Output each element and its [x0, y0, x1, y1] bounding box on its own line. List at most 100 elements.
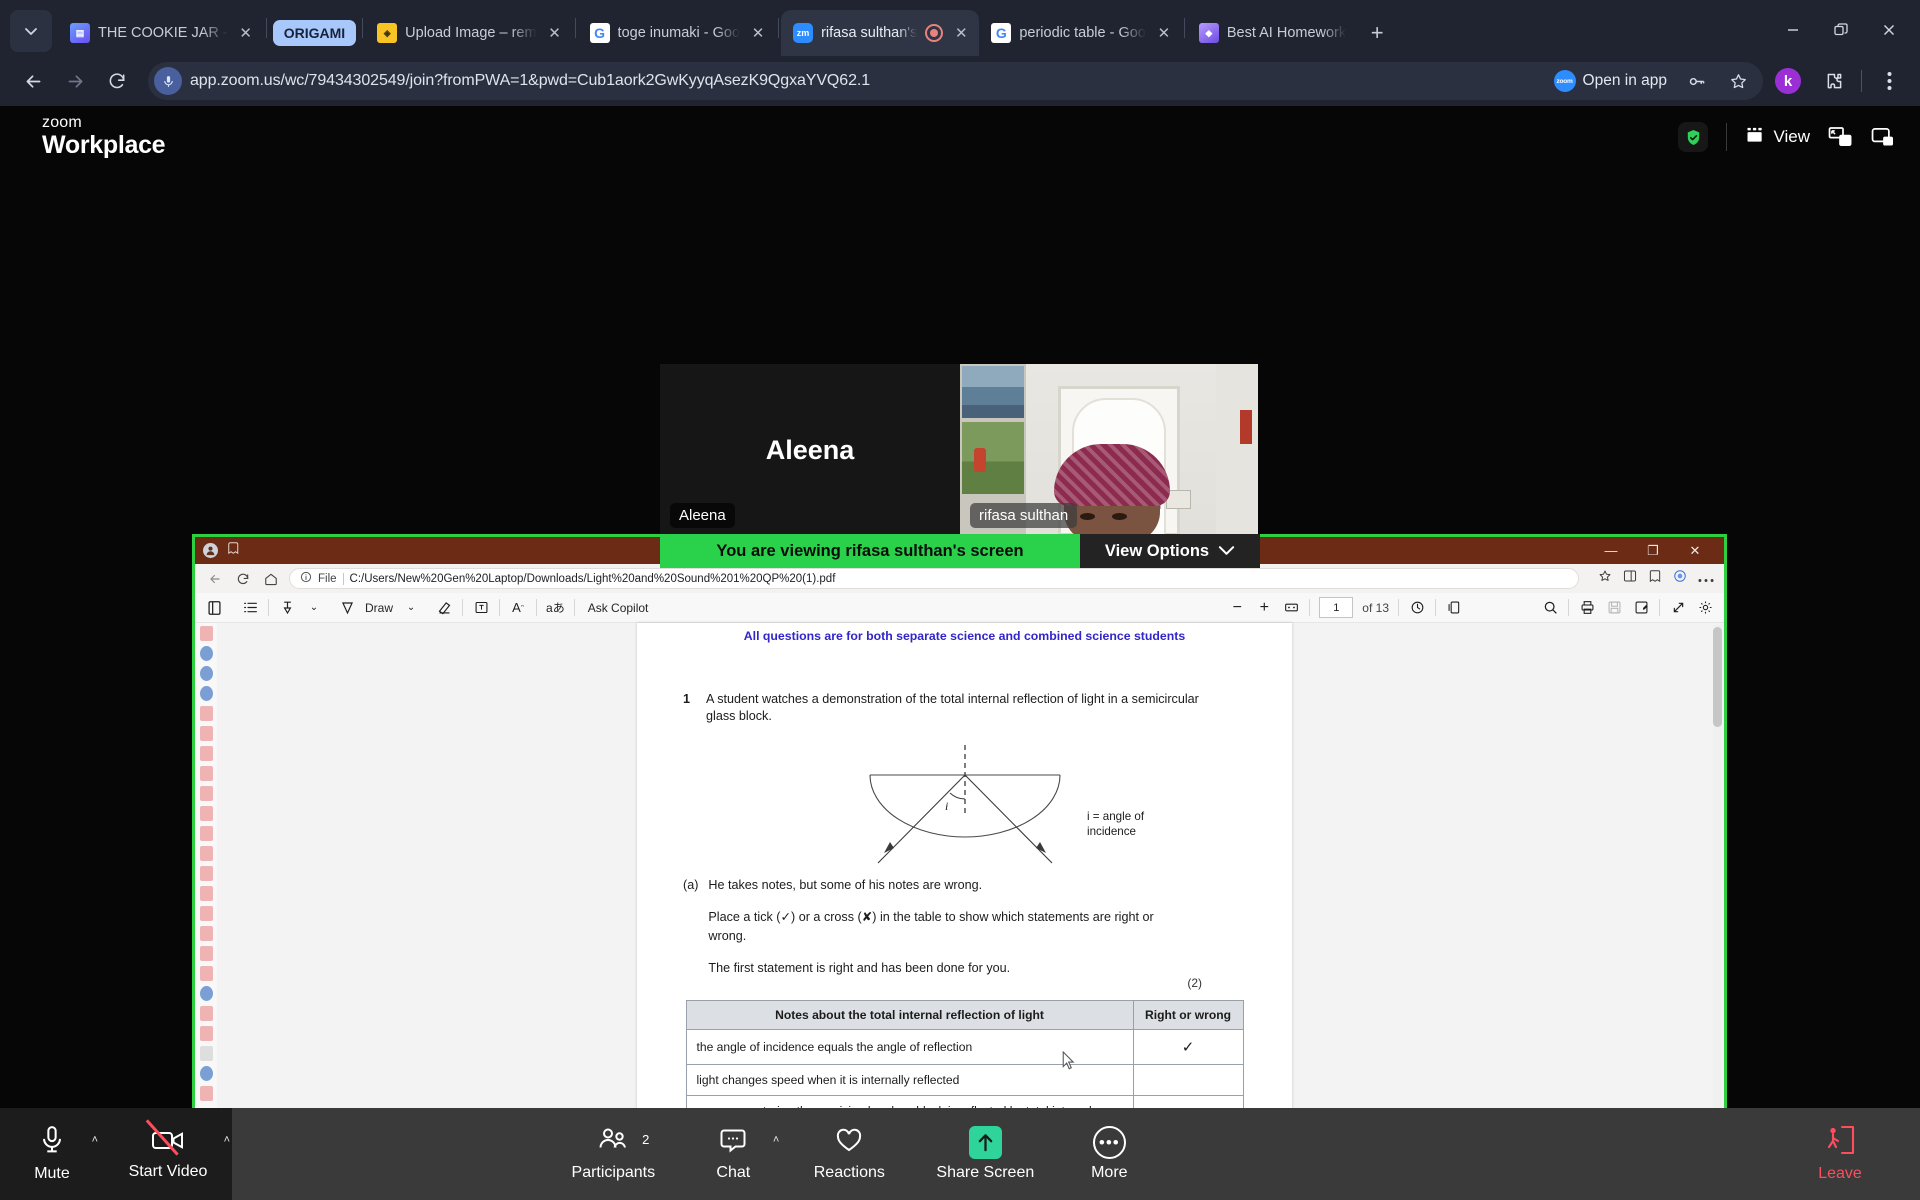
thumbnail-item[interactable] — [199, 726, 213, 741]
open-in-app-button[interactable]: zoom Open in app — [1553, 70, 1671, 92]
minimize-window-button[interactable] — [1770, 14, 1816, 46]
chevron-up-icon[interactable]: ˄ — [773, 1134, 779, 1146]
ask-copilot-button[interactable]: Ask Copilot — [584, 601, 653, 615]
reload-icon[interactable] — [233, 569, 252, 588]
mic-icon[interactable] — [154, 67, 182, 95]
shared-screen-content[interactable]: — ❐ ✕ File C:/Users/New%20Gen%20Laptop/D… — [192, 534, 1727, 1200]
reactions-button[interactable]: Reactions — [793, 1108, 905, 1200]
thumbnail-item[interactable] — [199, 886, 213, 901]
thumbnail-item[interactable] — [199, 1006, 213, 1021]
restore-window-button[interactable] — [1818, 14, 1864, 46]
leave-button[interactable]: Leave — [1796, 1108, 1884, 1200]
thumbnail-item[interactable] — [199, 1086, 213, 1101]
home-icon[interactable] — [261, 569, 280, 588]
collections-icon[interactable] — [228, 541, 240, 560]
fit-page-icon[interactable] — [1282, 597, 1300, 619]
address-bar[interactable]: app.zoom.us/wc/79434302549/join?fromPWA=… — [148, 62, 1763, 100]
draw-pen-icon[interactable] — [338, 597, 356, 619]
draw-label[interactable]: Draw — [365, 601, 393, 615]
reload-icon[interactable] — [98, 62, 136, 100]
read-aloud-icon[interactable]: Aᵔ — [509, 597, 527, 619]
thumbnail-item[interactable] — [199, 626, 213, 641]
thumbnail-item[interactable] — [199, 826, 213, 841]
thumbnail-item[interactable] — [199, 666, 213, 681]
search-icon[interactable] — [1541, 597, 1559, 619]
kebab-menu-icon[interactable] — [1872, 64, 1906, 98]
browser-tab-best-ai-homework[interactable]: ◆ Best AI Homework — [1187, 10, 1354, 56]
edge-minimize-button[interactable]: — — [1590, 537, 1632, 564]
thumbnail-item[interactable] — [199, 1026, 213, 1041]
settings-ellipsis-icon[interactable] — [1698, 570, 1714, 588]
fullscreen-toggle-icon[interactable] — [1871, 126, 1896, 148]
thumbnail-item[interactable] — [199, 686, 213, 701]
table-cell-answer[interactable]: ✓ — [1132, 1028, 1244, 1065]
thumbnail-item[interactable] — [199, 846, 213, 861]
favorite-star-icon[interactable] — [1598, 569, 1612, 588]
extensions-icon[interactable] — [1817, 64, 1851, 98]
split-screen-icon[interactable] — [1623, 569, 1637, 588]
tab-close-icon[interactable]: ✕ — [236, 23, 256, 43]
tab-close-icon[interactable]: ✕ — [951, 23, 971, 43]
thumbnail-item[interactable] — [199, 926, 213, 941]
back-arrow-icon[interactable] — [14, 62, 52, 100]
view-options-button[interactable]: View Options — [1080, 534, 1260, 568]
info-circle-icon[interactable] — [300, 571, 312, 586]
thumbnail-item[interactable] — [199, 806, 213, 821]
thumbnail-item[interactable] — [199, 1066, 213, 1081]
thumbnail-item[interactable] — [199, 906, 213, 921]
save-icon[interactable] — [1605, 597, 1623, 619]
copilot-icon[interactable] — [1673, 569, 1687, 588]
tab-close-icon[interactable]: ✕ — [1154, 23, 1174, 43]
tab-search-chevron-icon[interactable] — [10, 10, 52, 52]
chevron-down-icon[interactable]: ⌄ — [305, 597, 323, 619]
thumbnail-item[interactable] — [199, 706, 213, 721]
settings-gear-icon[interactable] — [1696, 597, 1714, 619]
browser-tab-the-cookie-jar[interactable]: ▤ THE COOKIE JAR - ✕ — [58, 10, 264, 56]
browser-tab-toge-inumaki[interactable]: G toge inumaki - Goo ✕ — [578, 10, 777, 56]
eraser-icon[interactable] — [435, 597, 453, 619]
page-view-icon[interactable] — [1445, 597, 1463, 619]
passkey-icon[interactable] — [1679, 64, 1713, 98]
participants-button[interactable]: 2 Participants — [553, 1108, 673, 1200]
close-window-button[interactable] — [1866, 14, 1912, 46]
sidebar-toggle-icon[interactable] — [205, 597, 223, 619]
table-of-contents-icon[interactable] — [241, 597, 259, 619]
thumbnail-item[interactable] — [199, 966, 213, 981]
browser-tab-rifasa-sulthans-zoom[interactable]: zm rifasa sulthan's ✕ — [781, 10, 980, 56]
recording-indicator-icon[interactable] — [925, 24, 944, 42]
more-button[interactable]: ••• More — [1065, 1108, 1153, 1200]
thumbnail-item[interactable] — [199, 946, 213, 961]
thumbnail-item[interactable] — [199, 646, 213, 661]
forward-arrow-icon[interactable] — [56, 62, 94, 100]
thumbnail-item[interactable] — [199, 866, 213, 881]
text-box-icon[interactable] — [472, 597, 490, 619]
collections-icon[interactable] — [1648, 569, 1662, 588]
tab-close-icon[interactable]: ✕ — [748, 23, 768, 43]
video-tile-rifasa-sulthan[interactable]: rifasa sulthan — [960, 364, 1258, 536]
bookmark-star-icon[interactable] — [1721, 64, 1755, 98]
expand-icon[interactable] — [1669, 597, 1687, 619]
thumbnail-item[interactable] — [199, 746, 213, 761]
page-number-input[interactable]: 1 — [1319, 597, 1354, 618]
save-as-icon[interactable] — [1632, 597, 1650, 619]
mute-button[interactable]: Mute ˄ — [0, 1108, 104, 1200]
video-tile-aleena[interactable]: Aleena Aleena — [660, 364, 960, 536]
edge-address-bar[interactable]: File C:/Users/New%20Gen%20Laptop/Downloa… — [289, 568, 1579, 589]
profile-avatar[interactable]: k — [1775, 68, 1801, 94]
new-tab-button[interactable]: + — [1360, 16, 1394, 50]
share-screen-button[interactable]: Share Screen — [921, 1108, 1049, 1200]
zoom-out-icon[interactable]: − — [1228, 597, 1246, 619]
edge-restore-button[interactable]: ❐ — [1632, 537, 1674, 564]
highlight-icon[interactable] — [278, 597, 296, 619]
translate-icon[interactable]: aあ — [546, 597, 565, 619]
chevron-down-icon[interactable]: ⌄ — [402, 597, 420, 619]
browser-tab-periodic-table[interactable]: G periodic table - Goo ✕ — [979, 10, 1182, 56]
thumbnail-item[interactable] — [199, 786, 213, 801]
table-cell-answer[interactable] — [1132, 1063, 1244, 1096]
edge-close-button[interactable]: ✕ — [1674, 537, 1716, 564]
minimize-window-icon[interactable] — [1828, 126, 1853, 148]
browser-tab-upload-image[interactable]: ◈ Upload Image – rem ✕ — [365, 10, 572, 56]
start-video-button[interactable]: Start Video ˄ — [104, 1108, 232, 1200]
encryption-shield-icon[interactable] — [1678, 122, 1709, 152]
chat-button[interactable]: Chat ˄ — [689, 1108, 779, 1200]
